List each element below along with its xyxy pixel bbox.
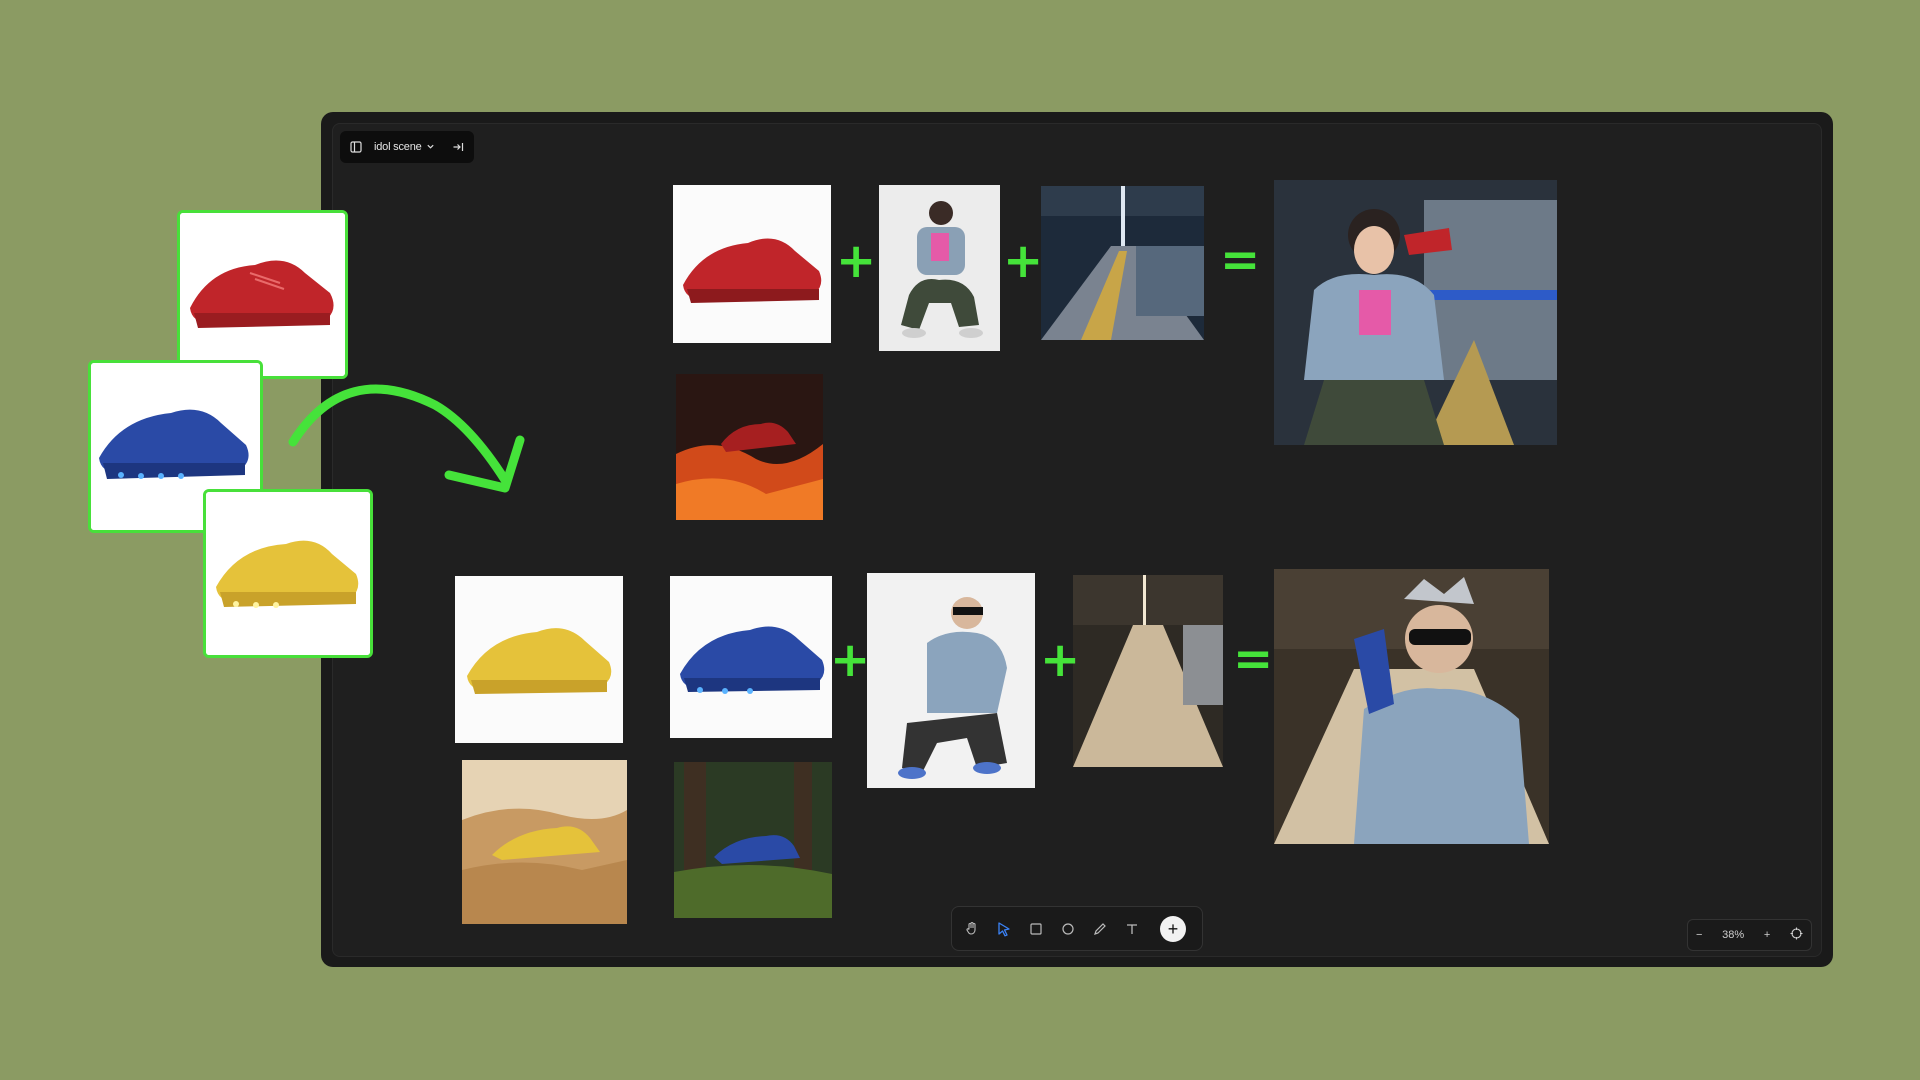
plus-symbol: + (1003, 233, 1044, 289)
fit-view-icon[interactable] (1790, 927, 1803, 943)
red-shoe-image[interactable] (673, 185, 831, 343)
project-title[interactable]: idol scene (374, 141, 422, 153)
drawing-toolbar: + (951, 906, 1203, 951)
chevron-down-icon[interactable] (426, 142, 435, 153)
zoom-in-button[interactable]: + (1764, 929, 1770, 941)
lava-shoe-image[interactable] (676, 374, 823, 520)
zoom-out-button[interactable]: − (1696, 929, 1702, 941)
red-shoe-card[interactable] (177, 210, 348, 379)
collapse-right-icon[interactable] (450, 139, 466, 155)
plus-symbol: + (1040, 632, 1081, 688)
add-button[interactable]: + (1160, 915, 1186, 942)
plus-symbol: + (830, 632, 871, 688)
circle-icon[interactable] (1058, 919, 1078, 939)
hand-icon[interactable] (962, 919, 982, 939)
desert-shoe-image[interactable] (462, 760, 627, 924)
curved-arrow-icon (288, 384, 525, 493)
project-header: idol scene (340, 131, 474, 163)
pencil-icon[interactable] (1090, 919, 1110, 939)
equals-symbol: = (1220, 232, 1261, 288)
equals-symbol: = (1233, 631, 1274, 687)
model-man-image[interactable] (867, 573, 1035, 788)
blue-shoe-image[interactable] (670, 576, 832, 738)
text-icon[interactable] (1122, 919, 1142, 939)
subway-platform-image[interactable] (1041, 186, 1204, 340)
yellow-shoe-image[interactable] (455, 576, 623, 743)
zoom-level: 38% (1722, 929, 1745, 941)
forest-shoe-image[interactable] (674, 762, 832, 918)
result-woman-subway-image[interactable] (1274, 180, 1557, 445)
subway-station-image[interactable] (1073, 575, 1223, 767)
plus-symbol: + (836, 233, 877, 289)
sidebar-toggle-icon[interactable] (348, 139, 364, 155)
zoom-controls: − 38% + (1687, 919, 1812, 951)
result-man-subway-image[interactable] (1274, 569, 1549, 844)
pointer-icon[interactable] (994, 919, 1014, 939)
yellow-shoe-card[interactable] (203, 489, 373, 658)
rectangle-icon[interactable] (1026, 919, 1046, 939)
model-woman-image[interactable] (879, 185, 1000, 351)
